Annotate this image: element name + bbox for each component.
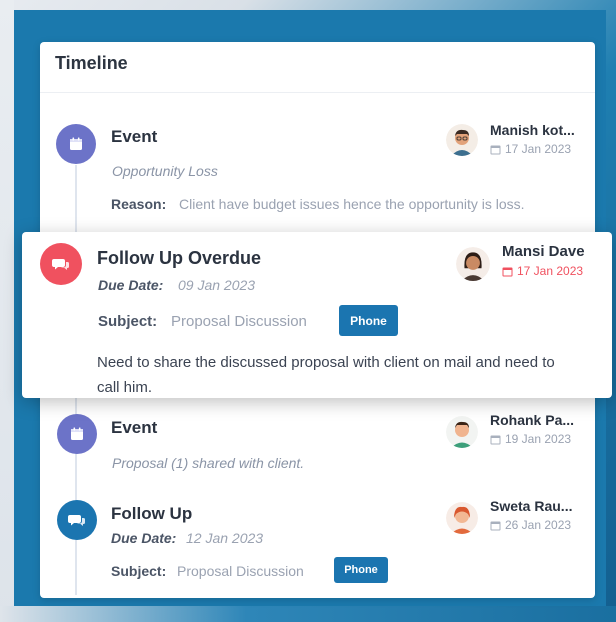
- title-divider: [40, 92, 595, 93]
- event-node: [57, 414, 97, 454]
- follow-up-node: [57, 500, 97, 540]
- subject-value: Proposal Discussion: [177, 563, 304, 579]
- chat-bubbles-icon: [68, 515, 85, 526]
- person-name[interactable]: Mansi Dave: [502, 243, 585, 260]
- phone-badge[interactable]: Phone: [334, 557, 388, 583]
- reason-label: Reason:: [111, 196, 167, 212]
- due-date-value: 12 Jan 2023: [186, 530, 264, 546]
- overdue-node: [40, 243, 82, 285]
- person-date-text: 26 Jan 2023: [505, 518, 572, 532]
- entry-title: Follow Up Overdue: [97, 248, 262, 268]
- person-date: 19 Jan 2023: [490, 432, 571, 446]
- person-date-text: 19 Jan 2023: [505, 432, 572, 446]
- avatar[interactable]: [446, 502, 478, 534]
- avatar[interactable]: [456, 247, 490, 281]
- subject-label: Subject:: [98, 313, 158, 330]
- phone-badge[interactable]: Phone: [339, 305, 398, 336]
- due-date-label: Due Date:: [111, 530, 177, 546]
- entry-title: Event: [111, 127, 158, 146]
- event-node: [56, 124, 96, 164]
- subject-label: Subject:: [111, 563, 167, 579]
- followup-note: Need to share the discussed proposal wit…: [97, 354, 555, 396]
- avatar[interactable]: [446, 124, 478, 156]
- person-date-text: 17 Jan 2023: [517, 264, 584, 278]
- due-date-label: Due Date:: [98, 277, 164, 293]
- reason-value: Client have budget issues hence the oppo…: [179, 196, 525, 212]
- small-calendar-icon: [490, 145, 501, 154]
- entry-title: Follow Up: [111, 504, 193, 523]
- entry-detail: Proposal (1) shared with client.: [112, 455, 305, 471]
- entry-detail: Opportunity Loss: [112, 163, 218, 179]
- entry-title: Event: [111, 418, 158, 437]
- person-name[interactable]: Manish kot...: [490, 122, 575, 138]
- timeline-title: Timeline: [55, 53, 128, 73]
- calendar-icon: [71, 427, 83, 440]
- background-left: [0, 0, 14, 622]
- person-name[interactable]: Sweta Rau...: [490, 498, 572, 514]
- chat-bubbles-icon: [52, 259, 69, 270]
- subject-value: Proposal Discussion: [171, 313, 307, 330]
- person-date: 26 Jan 2023: [490, 518, 571, 532]
- avatar[interactable]: [446, 416, 478, 448]
- background-bottom: [0, 606, 616, 622]
- person-name[interactable]: Rohank Pa...: [490, 412, 574, 428]
- person-date: 17 Jan 2023: [490, 142, 571, 156]
- person-date: 17 Jan 2023: [502, 264, 583, 278]
- due-date-value: 09 Jan 2023: [178, 277, 256, 293]
- calendar-icon: [70, 137, 82, 150]
- small-calendar-icon: [490, 521, 501, 530]
- small-calendar-icon: [502, 267, 513, 276]
- person-date-text: 17 Jan 2023: [505, 142, 572, 156]
- small-calendar-icon: [490, 435, 501, 444]
